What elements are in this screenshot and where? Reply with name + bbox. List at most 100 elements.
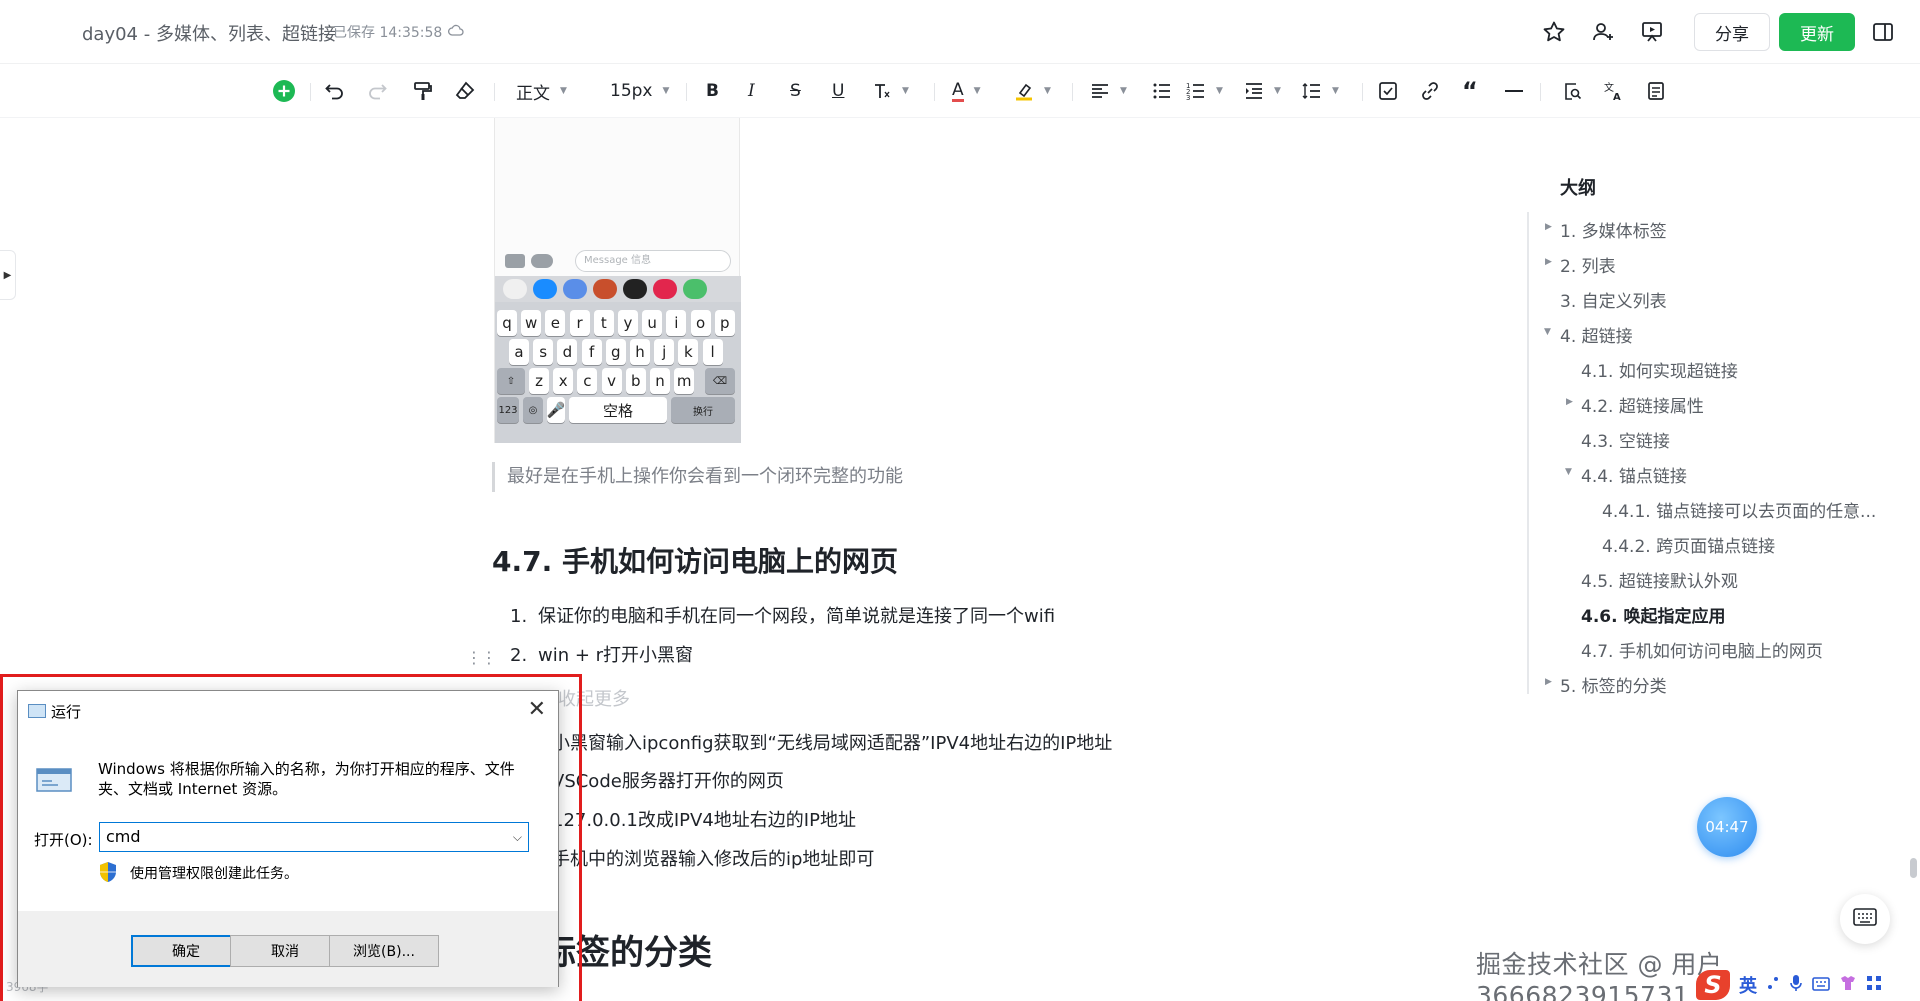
caret-right-icon[interactable]: ▶ (1545, 257, 1552, 267)
redo-icon[interactable] (366, 76, 388, 106)
audio-app-icon (563, 279, 587, 299)
outline-item[interactable]: 4.1. 如何实现超链接 (1581, 357, 1738, 382)
run-command-input[interactable]: cmd ⌵ (99, 822, 529, 852)
run-dialog-titlebar[interactable]: 运行 ✕ (18, 691, 558, 731)
outline-item[interactable]: 4.4. 锚点链接 (1581, 462, 1687, 487)
outline-item[interactable]: 4.5. 超链接默认外观 (1581, 567, 1738, 592)
app-strip (495, 276, 741, 302)
chevron-down-icon[interactable]: ⌵ (513, 823, 522, 851)
update-button[interactable]: 更新 (1779, 13, 1855, 51)
outline-item[interactable]: 1. 多媒体标签 (1560, 217, 1667, 242)
outline-item[interactable]: 3. 自定义列表 (1560, 287, 1667, 312)
svg-text:3: 3 (1186, 94, 1190, 101)
browse-button[interactable]: 浏览(B)... (329, 935, 439, 967)
outline-item[interactable]: 4.3. 空链接 (1581, 427, 1670, 452)
outline-item[interactable]: 4.7. 手机如何访问电脑上的网页 (1581, 637, 1823, 662)
font-size-select[interactable]: 15px ▼ (610, 76, 669, 106)
toolbar-divider (934, 83, 935, 101)
toolbar-divider (1540, 83, 1541, 101)
strikethrough-button[interactable]: S (790, 76, 801, 106)
outline-item[interactable]: 4. 超链接 (1560, 322, 1633, 347)
caret-down-icon[interactable]: ▼ (1565, 467, 1572, 477)
link-icon[interactable] (1420, 76, 1440, 106)
caret-right-icon[interactable]: ▶ (1545, 222, 1552, 232)
chevron-right-icon: ▶ (3, 269, 12, 281)
star-icon[interactable] (1539, 17, 1569, 47)
bold-button[interactable]: B (706, 76, 719, 106)
ordered-list-select[interactable]: 123 ▼ (1186, 76, 1223, 106)
caret-right-icon[interactable]: ▶ (1566, 397, 1573, 407)
present-icon[interactable] (1637, 17, 1667, 47)
outline-item[interactable]: 5. 标签的分类 (1560, 672, 1667, 697)
quote-icon[interactable]: “ (1462, 76, 1478, 106)
translate-icon[interactable]: 文A (1604, 76, 1624, 106)
underline-button[interactable]: U (832, 76, 844, 106)
cancel-button[interactable]: 取消 (230, 935, 340, 967)
list-number: 1. (510, 606, 528, 627)
insert-plus-icon[interactable] (272, 76, 296, 106)
expand-left-panel-button[interactable]: ▶ (0, 250, 16, 300)
ime-language[interactable]: 英 (1739, 972, 1757, 998)
apps-icon (531, 254, 553, 268)
keyboard-key: f (581, 339, 602, 365)
skin-icon[interactable] (1839, 975, 1857, 996)
scrollbar-thumb[interactable] (1910, 858, 1917, 878)
keyboard-key: w (521, 310, 542, 336)
outline-title: 大纲 (1560, 178, 1596, 199)
clear-format-icon[interactable] (454, 76, 476, 106)
ok-button[interactable]: 确定 (131, 935, 241, 967)
highlight-color-select[interactable]: ▼ (1014, 76, 1051, 106)
outline-item[interactable]: 4.4.1. 锚点链接可以去页面的任意... (1602, 497, 1876, 522)
close-icon[interactable]: ✕ (528, 697, 546, 722)
doc-title[interactable]: day04 - 多媒体、列表、超链接 (82, 20, 336, 46)
grid-menu-icon[interactable] (1866, 975, 1882, 996)
gif-app-icon (683, 279, 707, 299)
fitness-icon (623, 279, 647, 299)
list-item: 1. 保证你的电脑和手机在同一个网段，简单说就是连接了同一个wifi (510, 605, 1055, 629)
list-item: 127.0.0.1改成IPV4地址右边的IP地址 (552, 810, 856, 831)
message-bar: Message 信息 (495, 248, 741, 274)
microphone-icon[interactable] (1789, 974, 1803, 997)
text-style-select[interactable]: ▼ (872, 76, 909, 106)
add-user-icon[interactable] (1588, 17, 1618, 47)
outline-item[interactable]: 4.2. 超链接属性 (1581, 392, 1704, 417)
template-icon[interactable] (1646, 76, 1666, 106)
keyboard-key: t (593, 310, 614, 336)
chevron-down-icon: ▼ (1216, 86, 1223, 96)
undo-icon[interactable] (324, 76, 346, 106)
caret-down-icon[interactable]: ▼ (1544, 327, 1551, 337)
outline-item[interactable]: 4.4.2. 跨页面锚点链接 (1602, 532, 1775, 557)
sogou-logo[interactable]: S (1696, 970, 1730, 1000)
ime-toolbar[interactable]: S 英 (1696, 970, 1918, 1000)
punctuation-icon[interactable] (1766, 975, 1780, 996)
outline-item[interactable]: 2. 列表 (1560, 252, 1616, 277)
admin-text: 使用管理权限创建此任务。 (130, 866, 298, 882)
backspace-key: ⌫ (705, 368, 735, 394)
keyboard-key: j (654, 339, 675, 365)
italic-button[interactable]: I (748, 76, 755, 106)
drag-handle-icon[interactable]: ⋮⋮ (466, 648, 497, 667)
font-color-select[interactable]: A ▼ (952, 76, 981, 106)
keyboard-key: v (601, 368, 622, 394)
align-select[interactable]: ▼ (1090, 76, 1127, 106)
save-status: 已保存 14:35:58 (333, 22, 464, 42)
format-painter-icon[interactable] (412, 76, 434, 106)
list-item: 小黑窗输入ipconfig获取到“无线局域网适配器”IPV4地址右边的IP地址 (552, 733, 1113, 754)
memoji-icon (593, 279, 617, 299)
keyboard-shortcut-button[interactable] (1840, 894, 1890, 944)
divider-line-icon[interactable] (1504, 76, 1524, 106)
keyboard-icon[interactable] (1812, 975, 1830, 996)
find-replace-icon[interactable] (1562, 76, 1582, 106)
return-key: 换行 (671, 397, 735, 423)
share-button[interactable]: 分享 (1694, 13, 1770, 51)
outline-item-active[interactable]: 4.6. 唤起指定应用 (1581, 602, 1726, 627)
task-list-icon[interactable] (1378, 76, 1398, 106)
paragraph-style-select[interactable]: 正文 ▼ (516, 76, 567, 106)
timer-bubble[interactable]: 04:47 (1697, 797, 1757, 857)
toolbar-divider (310, 83, 311, 101)
bullet-list-icon[interactable] (1152, 76, 1172, 106)
sidebar-toggle-icon[interactable] (1868, 17, 1898, 47)
caret-right-icon[interactable]: ▶ (1545, 677, 1552, 687)
line-height-select[interactable]: ▼ (1302, 76, 1339, 106)
indent-select[interactable]: ▼ (1244, 76, 1281, 106)
